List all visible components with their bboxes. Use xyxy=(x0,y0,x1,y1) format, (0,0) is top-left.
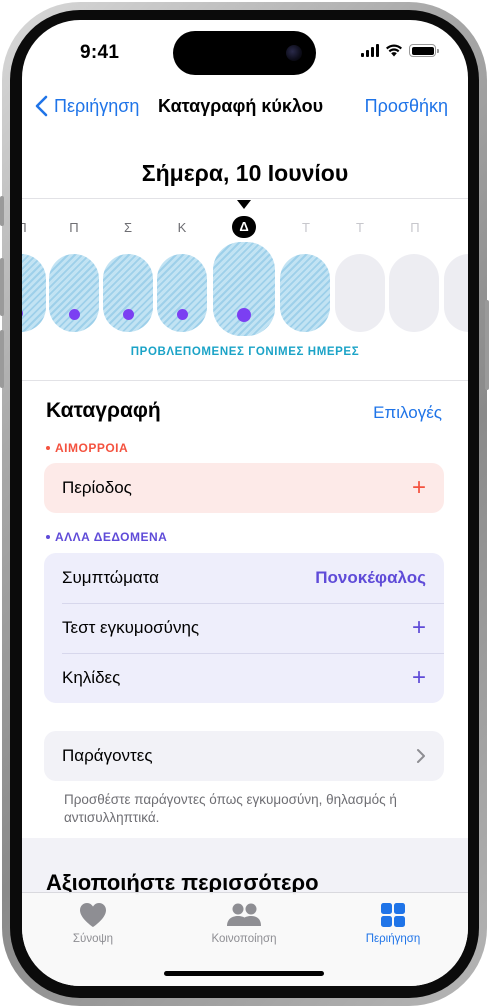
day-pill[interactable] xyxy=(335,254,385,332)
people-icon xyxy=(227,903,261,926)
status-time: 9:41 xyxy=(80,42,120,63)
period-row-label: Περίοδος xyxy=(62,478,132,497)
tab-sharing[interactable]: Κοινοποίηση xyxy=(189,901,299,945)
day-pill[interactable] xyxy=(389,254,439,332)
camera-icon xyxy=(286,45,302,61)
home-indicator[interactable] xyxy=(164,971,324,976)
back-button[interactable]: Περιήγηση xyxy=(32,94,139,118)
bullet-icon xyxy=(46,446,50,450)
day-pill[interactable] xyxy=(103,254,153,332)
tab-bar: Σύνοψη Κοινοποίηση Περιήγηση xyxy=(22,892,468,986)
nav-title: Καταγραφή κύκλου xyxy=(158,96,324,116)
chevron-left-icon xyxy=(35,95,48,117)
day-pill-today[interactable] xyxy=(213,242,275,336)
grid-icon xyxy=(381,903,405,927)
navigation-bar: Περιήγηση Καταγραφή κύκλου Προσθήκη xyxy=(22,92,468,122)
other-data-card: Συμπτώματα Πονοκέφαλος Τεστ εγκυμοσύνης … xyxy=(44,553,444,703)
battery-icon xyxy=(409,44,439,57)
back-label: Περιήγηση xyxy=(54,95,140,116)
bleeding-card: Περίοδος + xyxy=(44,463,444,513)
tab-summary[interactable]: Σύνοψη xyxy=(38,901,148,945)
cellular-signal-icon xyxy=(361,44,379,57)
wifi-icon xyxy=(386,44,402,57)
spotting-row-label: Κηλίδες xyxy=(62,668,121,687)
bullet-icon xyxy=(46,535,50,539)
day-letter: Τ xyxy=(356,220,364,235)
screen: 9:41 Περιήγηση Καταγραφή κύκλου Προσθήκη xyxy=(22,20,468,986)
symptoms-row[interactable]: Συμπτώματα Πονοκέφαλος xyxy=(44,553,444,603)
tab-browse[interactable]: Περιήγηση xyxy=(338,901,448,945)
day-letter-today[interactable]: Δ xyxy=(232,216,256,238)
row-separator xyxy=(62,603,444,604)
pregnancy-test-row[interactable]: Τεστ εγκυμοσύνης + xyxy=(44,603,444,653)
factors-row-label: Παράγοντες xyxy=(62,746,153,765)
plus-icon[interactable]: + xyxy=(412,666,426,690)
pregnancy-test-row-label: Τεστ εγκυμοσύνης xyxy=(62,618,200,637)
bleeding-section-label: ΑΙΜΟΡΡΟΙΑ xyxy=(46,441,128,455)
options-button[interactable]: Επιλογές xyxy=(373,403,442,423)
other-data-section-label: ΑΛΛΑ ΔΕΔΟΜΕΝΑ xyxy=(46,530,167,544)
divider xyxy=(22,380,468,381)
symptoms-row-label: Συμπτώματα xyxy=(62,568,160,587)
chevron-right-icon xyxy=(417,749,425,763)
power-button xyxy=(485,300,489,390)
tab-label: Περιήγηση xyxy=(365,933,421,945)
day-pill[interactable] xyxy=(280,254,330,332)
day-letter: Κ xyxy=(177,220,187,235)
plus-icon[interactable]: + xyxy=(412,476,426,500)
plus-icon[interactable]: + xyxy=(412,616,426,640)
log-title: Καταγραφή xyxy=(46,399,161,422)
silent-switch xyxy=(0,196,4,226)
day-letter: Σ xyxy=(123,220,133,235)
status-icons xyxy=(361,44,439,57)
day-pill[interactable] xyxy=(157,254,207,332)
factors-card: Παράγοντες xyxy=(44,731,444,781)
today-marker-icon xyxy=(237,200,251,209)
day-letter: Τ xyxy=(302,220,310,235)
period-row[interactable]: Περίοδος + xyxy=(44,463,444,513)
tab-label: Κοινοποίηση xyxy=(211,933,277,945)
day-letters: Π Π Σ Κ Δ Τ Τ Π xyxy=(22,216,468,240)
dynamic-island xyxy=(173,31,316,75)
divider xyxy=(22,198,468,199)
row-separator xyxy=(62,653,444,654)
section-label-text: ΑΙΜΟΡΡΟΙΑ xyxy=(55,441,129,455)
volume-up-button xyxy=(0,258,4,316)
factors-note: Προσθέστε παράγοντες όπως εγκυμοσύνη, θη… xyxy=(64,792,397,825)
factors-row[interactable]: Παράγοντες xyxy=(44,731,444,781)
symptoms-value: Πονοκέφαλος xyxy=(315,568,426,587)
day-letter: Π xyxy=(22,220,34,235)
spotting-row[interactable]: Κηλίδες + xyxy=(44,653,444,703)
section-label-text: ΑΛΛΑ ΔΕΔΟΜΕΝΑ xyxy=(55,530,168,544)
day-letter: Π xyxy=(410,220,420,235)
volume-down-button xyxy=(0,330,4,388)
day-pill[interactable] xyxy=(444,254,468,332)
date-title: Σήμερα, 10 Ιουνίου xyxy=(141,160,349,186)
fertile-days-label: ΠΡΟΒΛΕΠΟΜΕΝΕΣ ΓΟΝΙΜΕΣ ΗΜΕΡΕΣ xyxy=(130,346,360,358)
heart-icon xyxy=(80,903,106,927)
day-pill[interactable] xyxy=(22,254,46,332)
status-bar: 9:41 xyxy=(22,20,468,82)
add-button[interactable]: Προσθήκη xyxy=(365,96,448,117)
day-pill[interactable] xyxy=(49,254,99,332)
tab-label: Σύνοψη xyxy=(72,933,114,945)
day-letter: Π xyxy=(69,220,79,235)
